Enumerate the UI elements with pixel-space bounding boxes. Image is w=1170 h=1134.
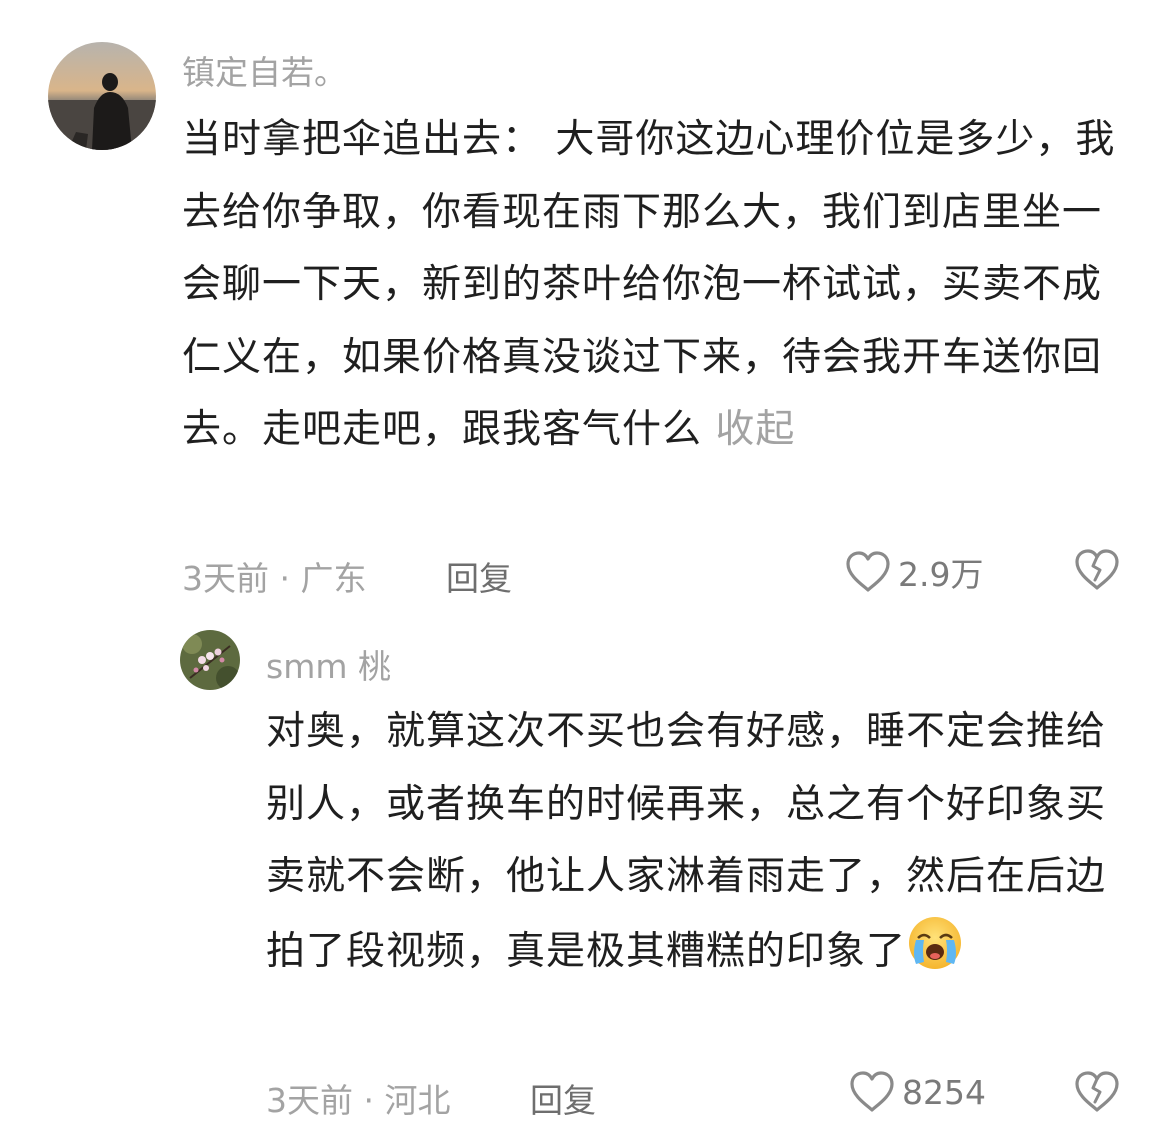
comment-text-content: 对奥，就算这次不买也会有好感，睡不定会推给别人，或者换车的时候再来，总之有个好印… xyxy=(266,709,1107,974)
comment-meta: 3天前 · 河北 xyxy=(266,1074,451,1122)
comment-time: 3天前 xyxy=(182,559,269,598)
collapse-link[interactable]: 收起 xyxy=(715,407,795,452)
dislike-button[interactable] xyxy=(1073,1070,1121,1118)
comment-location: 广东 xyxy=(300,559,367,598)
user-avatar[interactable] xyxy=(48,42,156,150)
dislike-button[interactable] xyxy=(1073,548,1121,596)
reply-button[interactable]: 回复 xyxy=(446,552,512,600)
comment-text-content: 当时拿把伞追出去： 大哥你这边心理价位是多少，我去给你争取，你看现在雨下那么大，… xyxy=(182,117,1116,452)
like-count: 8254 xyxy=(902,1072,986,1112)
like-count: 2.9万 xyxy=(898,555,984,594)
comment-location: 河北 xyxy=(384,1081,451,1120)
meta-separator: · xyxy=(279,559,291,598)
comment-text: 当时拿把伞追出去： 大哥你这边心理价位是多少，我去给你争取，你看现在雨下那么大，… xyxy=(182,104,1122,467)
reply-button[interactable]: 回复 xyxy=(530,1074,596,1122)
heart-icon xyxy=(846,551,890,592)
comment-meta: 3天前 · 广东 xyxy=(182,552,367,600)
comment-text: 对奥，就算这次不买也会有好感，睡不定会推给别人，或者换车的时候再来，总之有个好印… xyxy=(266,696,1122,996)
crying-face-emoji-icon xyxy=(906,914,964,997)
username[interactable]: smm 桃 xyxy=(266,640,391,688)
like-button[interactable]: 8254 xyxy=(848,1070,986,1114)
blossom-avatar-icon xyxy=(180,630,240,690)
comment-time: 3天前 xyxy=(266,1081,353,1120)
meta-separator: · xyxy=(363,1081,375,1120)
heart-icon xyxy=(850,1071,894,1112)
sunset-silhouette-avatar-icon xyxy=(48,42,156,150)
broken-heart-icon xyxy=(1075,549,1119,590)
username[interactable]: 镇定自若。 xyxy=(182,46,347,94)
broken-heart-icon xyxy=(1075,1071,1119,1112)
user-avatar[interactable] xyxy=(180,630,240,690)
like-button[interactable]: 2.9万 xyxy=(844,548,983,596)
